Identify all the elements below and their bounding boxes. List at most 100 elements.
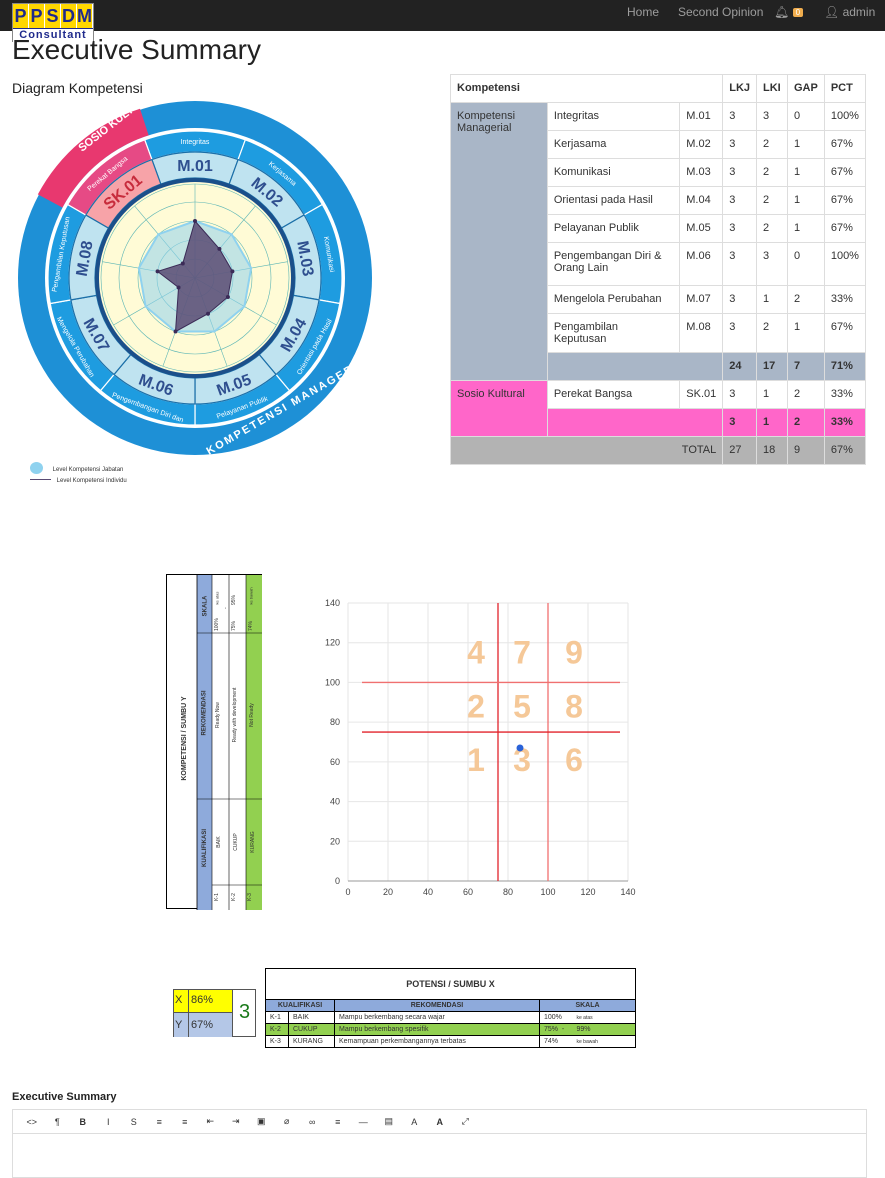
individu-point — [155, 269, 160, 274]
italic-icon[interactable]: I — [96, 1117, 122, 1127]
notification-badge: 0 — [792, 8, 804, 17]
x-value: 86% — [191, 994, 214, 1006]
competency-table: Kompetensi LKJ LKI GAP PCT Kompetensi Ma… — [449, 74, 867, 465]
highlight-icon[interactable]: A — [427, 1117, 453, 1127]
total-gap: 9 — [786, 436, 825, 465]
row-gap: 1 — [786, 130, 825, 159]
executive-summary-label: Executive Summary — [12, 1091, 117, 1103]
row-lkj: 3 — [722, 380, 758, 409]
quadrant-label: 9 — [565, 635, 583, 671]
individu-point — [176, 285, 181, 290]
row-code: SK.01 — [679, 380, 724, 409]
row-gap: 1 — [786, 186, 825, 215]
outdent-icon[interactable]: ⇤ — [198, 1116, 224, 1127]
row-code: M.06 — [679, 242, 724, 286]
y-tick-label: 20 — [330, 836, 340, 846]
row-gap: 1 — [786, 214, 825, 243]
row-name: Kerjasama — [546, 130, 681, 159]
strikethrough-icon[interactable]: S — [121, 1117, 147, 1127]
x-tick-label: 0 — [345, 887, 350, 897]
header-lki: LKI — [756, 74, 788, 103]
row-gap: 0 — [786, 102, 825, 131]
individu-point — [217, 246, 222, 251]
link-icon[interactable]: ∞ — [300, 1117, 326, 1127]
row-gap: 0 — [786, 242, 825, 286]
bell-icon: 🔔︎ — [774, 5, 790, 19]
total-lkj: 27 — [722, 436, 758, 465]
row-lki: 1 — [756, 380, 788, 409]
individu-point — [173, 329, 178, 334]
fullscreen-icon[interactable]: ⤢ — [453, 1116, 479, 1127]
x-table-title: POTENSI / SUMBU X — [265, 968, 636, 1000]
image-icon[interactable]: ▣ — [249, 1116, 275, 1127]
x-tick-label: 140 — [620, 887, 635, 897]
y-tick-label: 140 — [325, 598, 340, 608]
y-table-title: KOMPETENSI / SUMBU Y — [181, 696, 188, 781]
executive-summary-editor[interactable] — [12, 1133, 867, 1178]
x-rek-1: Mampu berkembang secara wajar — [334, 1011, 540, 1024]
x-tick-label: 60 — [463, 887, 473, 897]
x-k2: K-2 — [265, 1023, 289, 1036]
individu-point — [193, 219, 197, 223]
legend-individu-label: Level Kompetensi Individu — [56, 478, 127, 484]
row-pct: 33% — [823, 285, 867, 314]
code-icon[interactable]: <> — [19, 1117, 45, 1127]
attach-icon[interactable]: ⌀ — [274, 1116, 300, 1127]
nine-box-scatter-chart: 0 20 40 60 80 100 120 140 0 20 40 60 80 100 120 140 4 7 9 2… — [325, 598, 636, 897]
logo-letter: P — [13, 4, 29, 28]
row-pct: 67% — [823, 130, 867, 159]
row-lkj: 3 — [722, 214, 758, 243]
indent-icon[interactable]: ⇥ — [223, 1116, 249, 1127]
bullet-list-icon[interactable]: ≡ — [147, 1117, 173, 1127]
nav-user[interactable]: 👤︎ admin — [824, 5, 875, 19]
y-skala-3-a: 74% — [248, 620, 254, 631]
paragraph-icon[interactable]: ¶ — [45, 1117, 71, 1127]
row-code: M.04 — [679, 186, 724, 215]
quadrant-label: 1 — [467, 742, 485, 778]
subtotal-lki: 17 — [756, 352, 788, 381]
nav-home[interactable]: Home — [627, 5, 659, 19]
legend-jabatan: Level Kompetensi Jabatan — [30, 462, 123, 474]
x-kual-2: CUKUP — [288, 1023, 335, 1036]
row-name: Pelayanan Publik — [546, 214, 681, 243]
legend-individu: Level Kompetensi Individu — [30, 478, 127, 484]
y-k3: K-3 — [247, 893, 253, 901]
x-skala-3-a: 74% — [539, 1035, 573, 1048]
numbered-list-icon[interactable]: ≡ — [172, 1117, 198, 1127]
y-rek-3: Not Ready — [249, 703, 255, 727]
page-title: Executive Summary — [12, 34, 261, 65]
group-managerial: Kompetensi Managerial — [450, 102, 548, 381]
bold-icon[interactable]: B — [70, 1117, 96, 1127]
subtotal-lkj: 24 — [722, 352, 758, 381]
user-icon: 👤︎ — [824, 5, 840, 19]
logo-letter: S — [45, 4, 61, 28]
x-rek-2: Mampu berkembang spesifik — [334, 1023, 540, 1036]
row-pct: 67% — [823, 158, 867, 187]
legend-individu-swatch — [30, 479, 51, 480]
row-code: M.05 — [679, 214, 724, 243]
y-tick-label: 100 — [325, 677, 340, 687]
hr-icon[interactable]: — — [351, 1117, 377, 1127]
y-tick-label: 40 — [330, 797, 340, 807]
logo-letter: D — [61, 4, 77, 28]
y-skala-2-dash: - — [223, 607, 229, 609]
y-kual-1: BAIK — [216, 836, 222, 848]
row-lki: 2 — [756, 313, 788, 353]
y-skala-1-b: ke atas — [214, 591, 220, 605]
table-icon[interactable]: ▤ — [376, 1116, 402, 1127]
nav-notifications[interactable]: 🔔︎ 0 — [774, 5, 804, 19]
y-value: 67% — [191, 1019, 214, 1031]
row-lkj: 3 — [722, 102, 758, 131]
row-code: M.07 — [679, 285, 724, 314]
font-color-icon[interactable]: A — [402, 1117, 428, 1127]
nav-second-opinion[interactable]: Second Opinion — [678, 5, 763, 19]
subtotal-spacer — [546, 408, 724, 437]
row-gap: 2 — [786, 285, 825, 314]
x-tick-label: 100 — [540, 887, 555, 897]
legend-jabatan-label: Level Kompetensi Jabatan — [52, 467, 124, 473]
row-pct: 67% — [823, 313, 867, 353]
row-pct: 100% — [823, 242, 867, 286]
align-icon[interactable]: ≡ — [325, 1117, 351, 1127]
row-code: M.02 — [679, 130, 724, 159]
row-code: M.08 — [679, 313, 724, 353]
